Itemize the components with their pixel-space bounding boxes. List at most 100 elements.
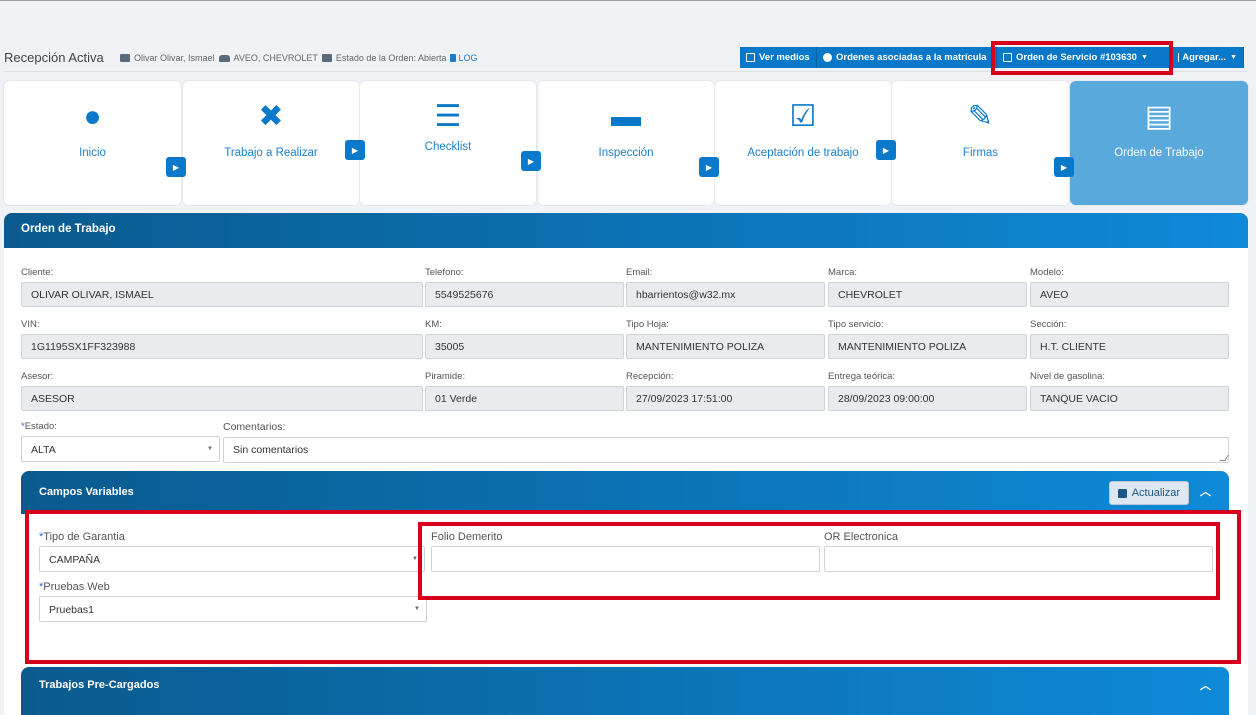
modelo-input[interactable]: AVEO — [1030, 282, 1229, 307]
next-arrow-button[interactable]: ▶ — [166, 157, 186, 177]
next-arrow-button[interactable]: ▶ — [345, 140, 365, 160]
asesor-input[interactable]: ASESOR — [21, 386, 423, 411]
tab-label: Inspección — [598, 147, 654, 159]
car-icon — [218, 54, 230, 62]
field-label: Recepción: — [626, 371, 674, 382]
caret-down-icon: ▼ — [207, 446, 213, 452]
ver-medios-button[interactable]: Ver medios — [740, 47, 817, 68]
or-electronica-field: OR Electronica — [824, 531, 1213, 572]
email-input[interactable]: hbarrientos@w32.mx — [626, 282, 825, 307]
reception-info: Olivar Olivar, Ismael AVEO, CHEVROLET Es… — [120, 53, 477, 63]
gasolina-input[interactable]: TANQUE VACIO — [1030, 386, 1229, 411]
order-status: Estado de la Orden: Abierta — [335, 53, 447, 63]
workflow-tabs: ● Inicio ✖ Trabajo a Realizar ☰ Checklis… — [4, 81, 1248, 205]
km-input[interactable]: 35005 — [425, 334, 624, 359]
resize-handle-icon[interactable] — [1219, 455, 1229, 461]
tab-label: Aceptación de trabajo — [747, 147, 859, 159]
folio-demerito-field: Folio Demerito — [431, 531, 820, 572]
agregar-label: Agregar... — [1182, 52, 1227, 63]
pruebas-web-field: *Pruebas Web Pruebas1 ▼ — [39, 581, 427, 622]
pruebas-web-value: Pruebas1 — [49, 604, 94, 616]
client-name: Olivar Olivar, Ismael — [134, 53, 215, 63]
chevron-up-icon[interactable]: ︿ — [1200, 677, 1211, 693]
next-arrow-button[interactable]: ▶ — [876, 140, 896, 160]
agregar-button[interactable]: Agregar... ▼ — [1172, 47, 1244, 68]
tab-firmas[interactable]: ✎ Firmas — [892, 81, 1069, 205]
id-card-icon — [120, 54, 130, 62]
next-arrow-button[interactable]: ▶ — [521, 151, 541, 171]
log-link[interactable]: LOG — [450, 53, 477, 63]
log-label: LOG — [458, 53, 478, 63]
comentarios-value: Sin comentarios — [233, 444, 309, 456]
campos-variables-header: Campos Variables Actualizar ︿ — [21, 471, 1229, 514]
tab-trabajo-a-realizar[interactable]: ✖ Trabajo a Realizar — [183, 81, 359, 205]
asesor-field: Asesor: ASESOR — [21, 371, 423, 411]
cliente-field: Cliente: OLIVAR OLIVAR, ISMAEL — [21, 267, 423, 307]
vin-field: VIN: 1G1195SX1FF323988 — [21, 319, 423, 359]
tab-label: Firmas — [962, 147, 999, 159]
folio-demerito-input[interactable] — [431, 546, 820, 572]
panel-title: Orden de Trabajo — [4, 213, 1248, 248]
field-label: Tipo Hoja: — [626, 319, 669, 330]
seccion-field: Sección: H.T. CLIENTE — [1030, 319, 1229, 359]
section-title: Campos Variables — [39, 486, 134, 498]
tab-aceptacion[interactable]: ☑ Aceptación de trabajo — [715, 81, 891, 205]
tab-label: Trabajo a Realizar — [224, 147, 318, 159]
tab-label: Checklist — [424, 141, 472, 153]
section-title: Trabajos Pre-Cargados — [39, 679, 160, 691]
tools-icon: ✖ — [258, 100, 284, 133]
toolbar: Ver medios Ordenes asociadas a la matríc… — [740, 47, 1244, 68]
estado-select[interactable]: ALTA ▼ — [21, 436, 220, 462]
field-label: Sección: — [1030, 319, 1067, 330]
actualizar-button[interactable]: Actualizar — [1108, 481, 1189, 505]
telefono-input[interactable]: 5549525676 — [425, 282, 624, 307]
cliente-input[interactable]: OLIVAR OLIVAR, ISMAEL — [21, 282, 423, 307]
ordenes-asociadas-button[interactable]: Ordenes asociadas a la matrícula — [817, 47, 997, 68]
entrega-input[interactable]: 28/09/2023 09:00:00 — [828, 386, 1027, 411]
vin-input[interactable]: 1G1195SX1FF323988 — [21, 334, 423, 359]
field-label: Tipo servicio: — [828, 319, 884, 330]
field-label: Cliente: — [21, 267, 54, 278]
marca-input[interactable]: CHEVROLET — [828, 282, 1027, 307]
caret-down-icon: ▼ — [1230, 54, 1237, 61]
field-label: Asesor: — [21, 371, 54, 382]
vehicle-name: AVEO, CHEVROLET — [233, 53, 318, 63]
or-electronica-input[interactable] — [824, 546, 1213, 572]
comentarios-textarea[interactable]: Sin comentarios — [223, 437, 1229, 463]
field-label: VIN: — [21, 319, 40, 330]
field-label: Folio Demerito — [431, 531, 503, 543]
piramide-input[interactable]: 01 Verde — [425, 386, 624, 411]
tipo-servicio-field: Tipo servicio: MANTENIMIENTO POLIZA — [828, 319, 1027, 359]
pruebas-web-select[interactable]: Pruebas1 ▼ — [39, 596, 427, 622]
field-label: Modelo: — [1030, 267, 1064, 278]
tab-label: Orden de Trabajo — [1114, 147, 1204, 159]
copy-icon — [1003, 53, 1012, 62]
orden-trabajo-panel: Orden de Trabajo Cliente: OLIVAR OLIVAR, … — [4, 213, 1248, 715]
tab-inicio[interactable]: ● Inicio — [4, 81, 181, 205]
trabajos-precargados-header[interactable]: Trabajos Pre-Cargados ︿ — [21, 667, 1229, 715]
km-field: KM: 35005 — [425, 319, 624, 359]
tipo-garantia-select[interactable]: CAMPAÑA ▼ — [39, 546, 425, 572]
next-arrow-button[interactable]: ▶ — [699, 157, 719, 177]
field-label: Marca: — [828, 267, 858, 278]
chevron-up-icon[interactable]: ︿ — [1200, 483, 1211, 499]
next-arrow-button[interactable]: ▶ — [1054, 157, 1074, 177]
tipo-hoja-input[interactable]: MANTENIMIENTO POLIZA — [626, 334, 825, 359]
tab-inspeccion[interactable]: ▬ Inspección — [538, 81, 714, 205]
tipo-garantia-value: CAMPAÑA — [49, 554, 101, 566]
orden-servicio-label: Orden de Servicio #103630 — [1016, 52, 1137, 63]
piramide-field: Piramide: 01 Verde — [425, 371, 624, 411]
tab-checklist[interactable]: ☰ Checklist — [360, 81, 536, 205]
folder-icon — [321, 54, 332, 62]
save-icon — [1117, 488, 1127, 498]
seccion-input[interactable]: H.T. CLIENTE — [1030, 334, 1229, 359]
document-icon: ▤ — [1144, 100, 1174, 133]
recepcion-input[interactable]: 27/09/2023 17:51:00 — [626, 386, 825, 411]
tab-label: Inicio — [79, 147, 106, 159]
field-label: Nivel de gasolina: — [1030, 371, 1105, 382]
ver-medios-label: Ver medios — [759, 52, 810, 63]
tipo-servicio-input[interactable]: MANTENIMIENTO POLIZA — [828, 334, 1027, 359]
tab-orden-de-trabajo[interactable]: ▤ Orden de Trabajo — [1070, 81, 1248, 205]
marca-field: Marca: CHEVROLET — [828, 267, 1027, 307]
orden-servicio-button[interactable]: Orden de Servicio #103630 ▼ — [997, 47, 1172, 68]
